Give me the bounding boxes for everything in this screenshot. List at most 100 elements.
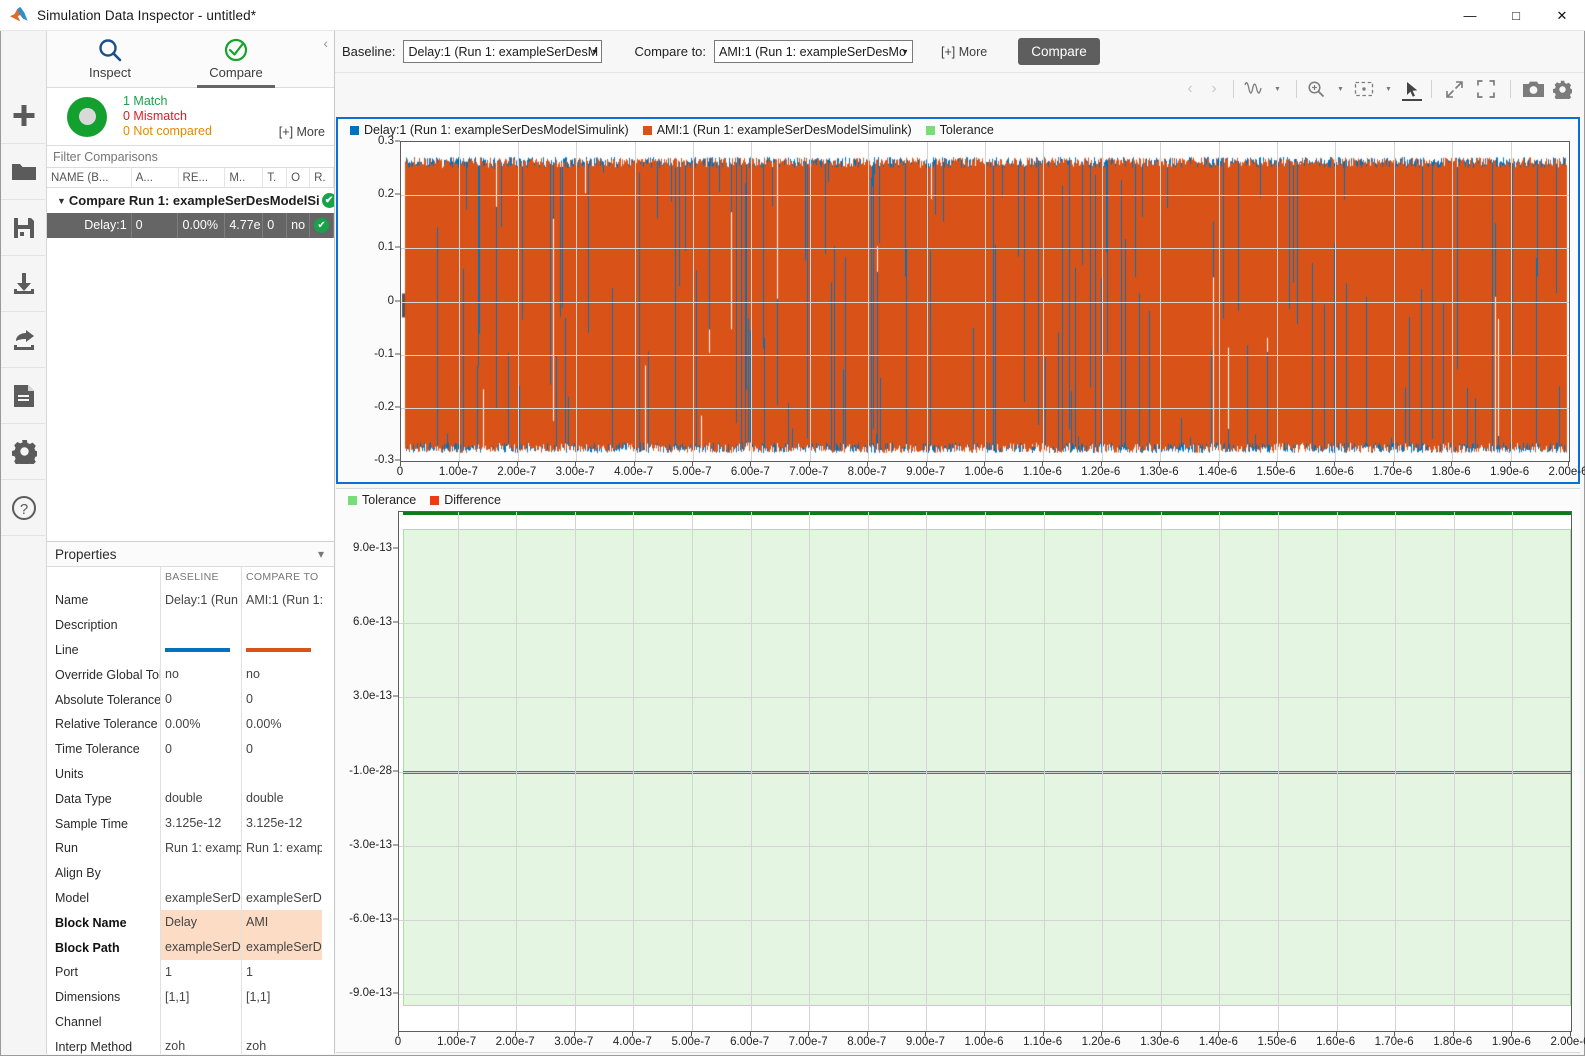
x-axis-tick-label: 1.80e-6: [1433, 1036, 1472, 1048]
legend-label: Tolerance: [940, 123, 994, 137]
x-axis-tick: [1276, 462, 1277, 466]
filter-comparisons-input[interactable]: [53, 150, 303, 164]
col-reltol[interactable]: RE...: [179, 168, 226, 187]
grid-line-vertical: [868, 512, 869, 1031]
table-row[interactable]: Delay:1 0 0.00% 4.77e 0 no ✔: [47, 213, 334, 238]
close-button[interactable]: ✕: [1539, 0, 1585, 31]
zoom-in-dropdown-icon[interactable]: ▼: [1328, 76, 1352, 102]
grid-line-vertical: [518, 142, 519, 461]
property-key: Time Tolerance: [47, 742, 160, 756]
zoom-region-icon[interactable]: [1352, 76, 1376, 102]
tab-compare-label: Compare: [209, 65, 262, 80]
gear-icon[interactable]: [1, 424, 47, 480]
x-axis-tick-label: 6.00e-7: [730, 1036, 769, 1048]
x-axis-tick: [867, 462, 868, 466]
pointer-icon[interactable]: [1400, 76, 1424, 102]
grid-line-vertical: [1511, 142, 1512, 461]
application-frame: ? Inspect: [0, 31, 1585, 1056]
col-name[interactable]: NAME (B...: [47, 168, 132, 187]
top-plot-canvas[interactable]: [400, 141, 1570, 462]
y-axis-tick-label: 9.0e-13: [353, 542, 392, 554]
tab-compare[interactable]: Compare: [173, 31, 299, 88]
property-row: Description: [47, 613, 334, 638]
maximize-button[interactable]: □: [1493, 0, 1539, 31]
property-key: Absolute Tolerance: [47, 693, 160, 707]
col-override[interactable]: O: [287, 168, 310, 187]
summary-notcompared-count: 0 Not compared: [123, 124, 212, 139]
signal-cursor-icon[interactable]: [1241, 76, 1265, 102]
zoom-in-icon[interactable]: [1304, 76, 1328, 102]
x-axis-tick-label: 0: [397, 466, 403, 478]
compare-toolbar: Baseline: Delay:1 (Run 1: exampleSerDesM…: [335, 31, 1584, 73]
import-icon[interactable]: [1, 256, 47, 312]
chevron-down-icon[interactable]: ▾: [318, 547, 324, 561]
grid-line-vertical: [751, 142, 752, 461]
fullscreen-icon[interactable]: [1469, 76, 1503, 102]
grid-line-vertical: [927, 142, 928, 461]
collapse-panel-icon[interactable]: ‹: [323, 35, 328, 51]
settings-gear-icon[interactable]: [1548, 76, 1576, 102]
property-key: Interp Method: [47, 1040, 160, 1054]
expand-caret-icon[interactable]: ▼: [57, 196, 66, 206]
compare-to-dropdown[interactable]: AMI:1 (Run 1: exampleSerDesMo ▼: [714, 40, 913, 63]
col-result[interactable]: R.: [310, 168, 334, 187]
grid-line-vertical: [692, 512, 693, 1031]
minimize-button[interactable]: —: [1447, 0, 1493, 31]
comparison-group-row[interactable]: ▼ Compare Run 1: exampleSerDesModelSi ✔ …: [47, 188, 334, 213]
top-plot-y-axis: 0.30.20.10-0.1-0.2-0.3: [338, 141, 400, 462]
toolbar-more-link[interactable]: [+] More: [941, 45, 987, 59]
export-icon[interactable]: [1, 312, 47, 368]
help-icon[interactable]: ?: [1, 480, 47, 536]
y-axis-tick-label: 0.1: [378, 241, 394, 253]
open-folder-icon[interactable]: [1, 144, 47, 200]
difference-plot-canvas[interactable]: [398, 511, 1572, 1032]
line-color-swatch: [165, 648, 230, 652]
legend-entry-compare[interactable]: AMI:1 (Run 1: exampleSerDesModelSimulink…: [643, 123, 912, 137]
grid-line-vertical: [1161, 512, 1162, 1031]
properties-header[interactable]: Properties ▾: [47, 541, 334, 567]
chart-area: Baseline: Delay:1 (Run 1: exampleSerDesM…: [335, 31, 1584, 1055]
difference-plot-axes: 9.0e-136.0e-133.0e-13-1.0e-28-3.0e-13-6.…: [336, 511, 1580, 1052]
summary-more-link[interactable]: [+] More: [279, 125, 325, 139]
baseline-dropdown[interactable]: Delay:1 (Run 1: exampleSerDesM ▼: [403, 40, 602, 63]
tab-inspect[interactable]: Inspect: [47, 31, 173, 88]
top-plot-axes: 0.30.20.10-0.1-0.2-0.3 01.00e-72.00e-73.…: [338, 141, 1578, 482]
x-axis-tick: [1568, 462, 1569, 466]
prev-arrow-icon[interactable]: ‹: [1178, 76, 1202, 102]
property-value-baseline: [160, 762, 241, 787]
col-timetol[interactable]: T.: [263, 168, 287, 187]
save-icon[interactable]: [1, 200, 47, 256]
window-title: Simulation Data Inspector - untitled*: [37, 8, 256, 23]
property-value-compare: Run 1: example: [241, 836, 322, 861]
compare-button[interactable]: Compare: [1018, 38, 1100, 65]
zoom-region-dropdown-icon[interactable]: ▼: [1376, 76, 1400, 102]
property-row: Channel: [47, 1010, 334, 1035]
difference-plot-panel[interactable]: Tolerance Difference 9.0e-136.0e-133.0e-…: [336, 488, 1580, 1053]
fit-to-view-icon[interactable]: [1439, 76, 1469, 102]
grid-line-vertical: [1512, 512, 1513, 1031]
group-status-badge: ✔: [322, 193, 334, 208]
property-value-compare: AMI:1 (Run 1: е: [241, 588, 322, 613]
legend-entry-difference[interactable]: Difference: [430, 493, 501, 507]
report-icon[interactable]: [1, 368, 47, 424]
next-arrow-icon[interactable]: ›: [1202, 76, 1226, 102]
x-axis-tick: [634, 462, 635, 466]
legend-entry-tolerance[interactable]: Tolerance: [926, 123, 994, 137]
col-maxdiff[interactable]: M..: [225, 168, 263, 187]
summary-mismatch-count: 0 Mismatch: [123, 109, 212, 124]
grid-line-vertical: [1219, 142, 1220, 461]
grid-line-vertical: [576, 142, 577, 461]
difference-plot-legend: Tolerance Difference: [336, 489, 1580, 511]
x-axis-tick-label: 1.20e-6: [1081, 466, 1120, 478]
property-row: ModelexampleSerDeexampleSerDe: [47, 886, 334, 911]
x-axis-tick: [458, 462, 459, 466]
x-axis-tick-label: 1.90e-6: [1490, 466, 1529, 478]
legend-entry-tolerance[interactable]: Tolerance: [348, 493, 416, 507]
x-axis-tick: [1043, 1032, 1044, 1036]
comparison-plot-panel[interactable]: Delay:1 (Run 1: exampleSerDesModelSimuli…: [336, 117, 1580, 484]
snapshot-camera-icon[interactable]: [1518, 76, 1548, 102]
add-icon[interactable]: [1, 88, 47, 144]
property-key: Relative Tolerance: [47, 717, 160, 731]
col-abstol[interactable]: A...: [132, 168, 179, 187]
signal-cursor-dropdown-icon[interactable]: ▼: [1265, 76, 1289, 102]
